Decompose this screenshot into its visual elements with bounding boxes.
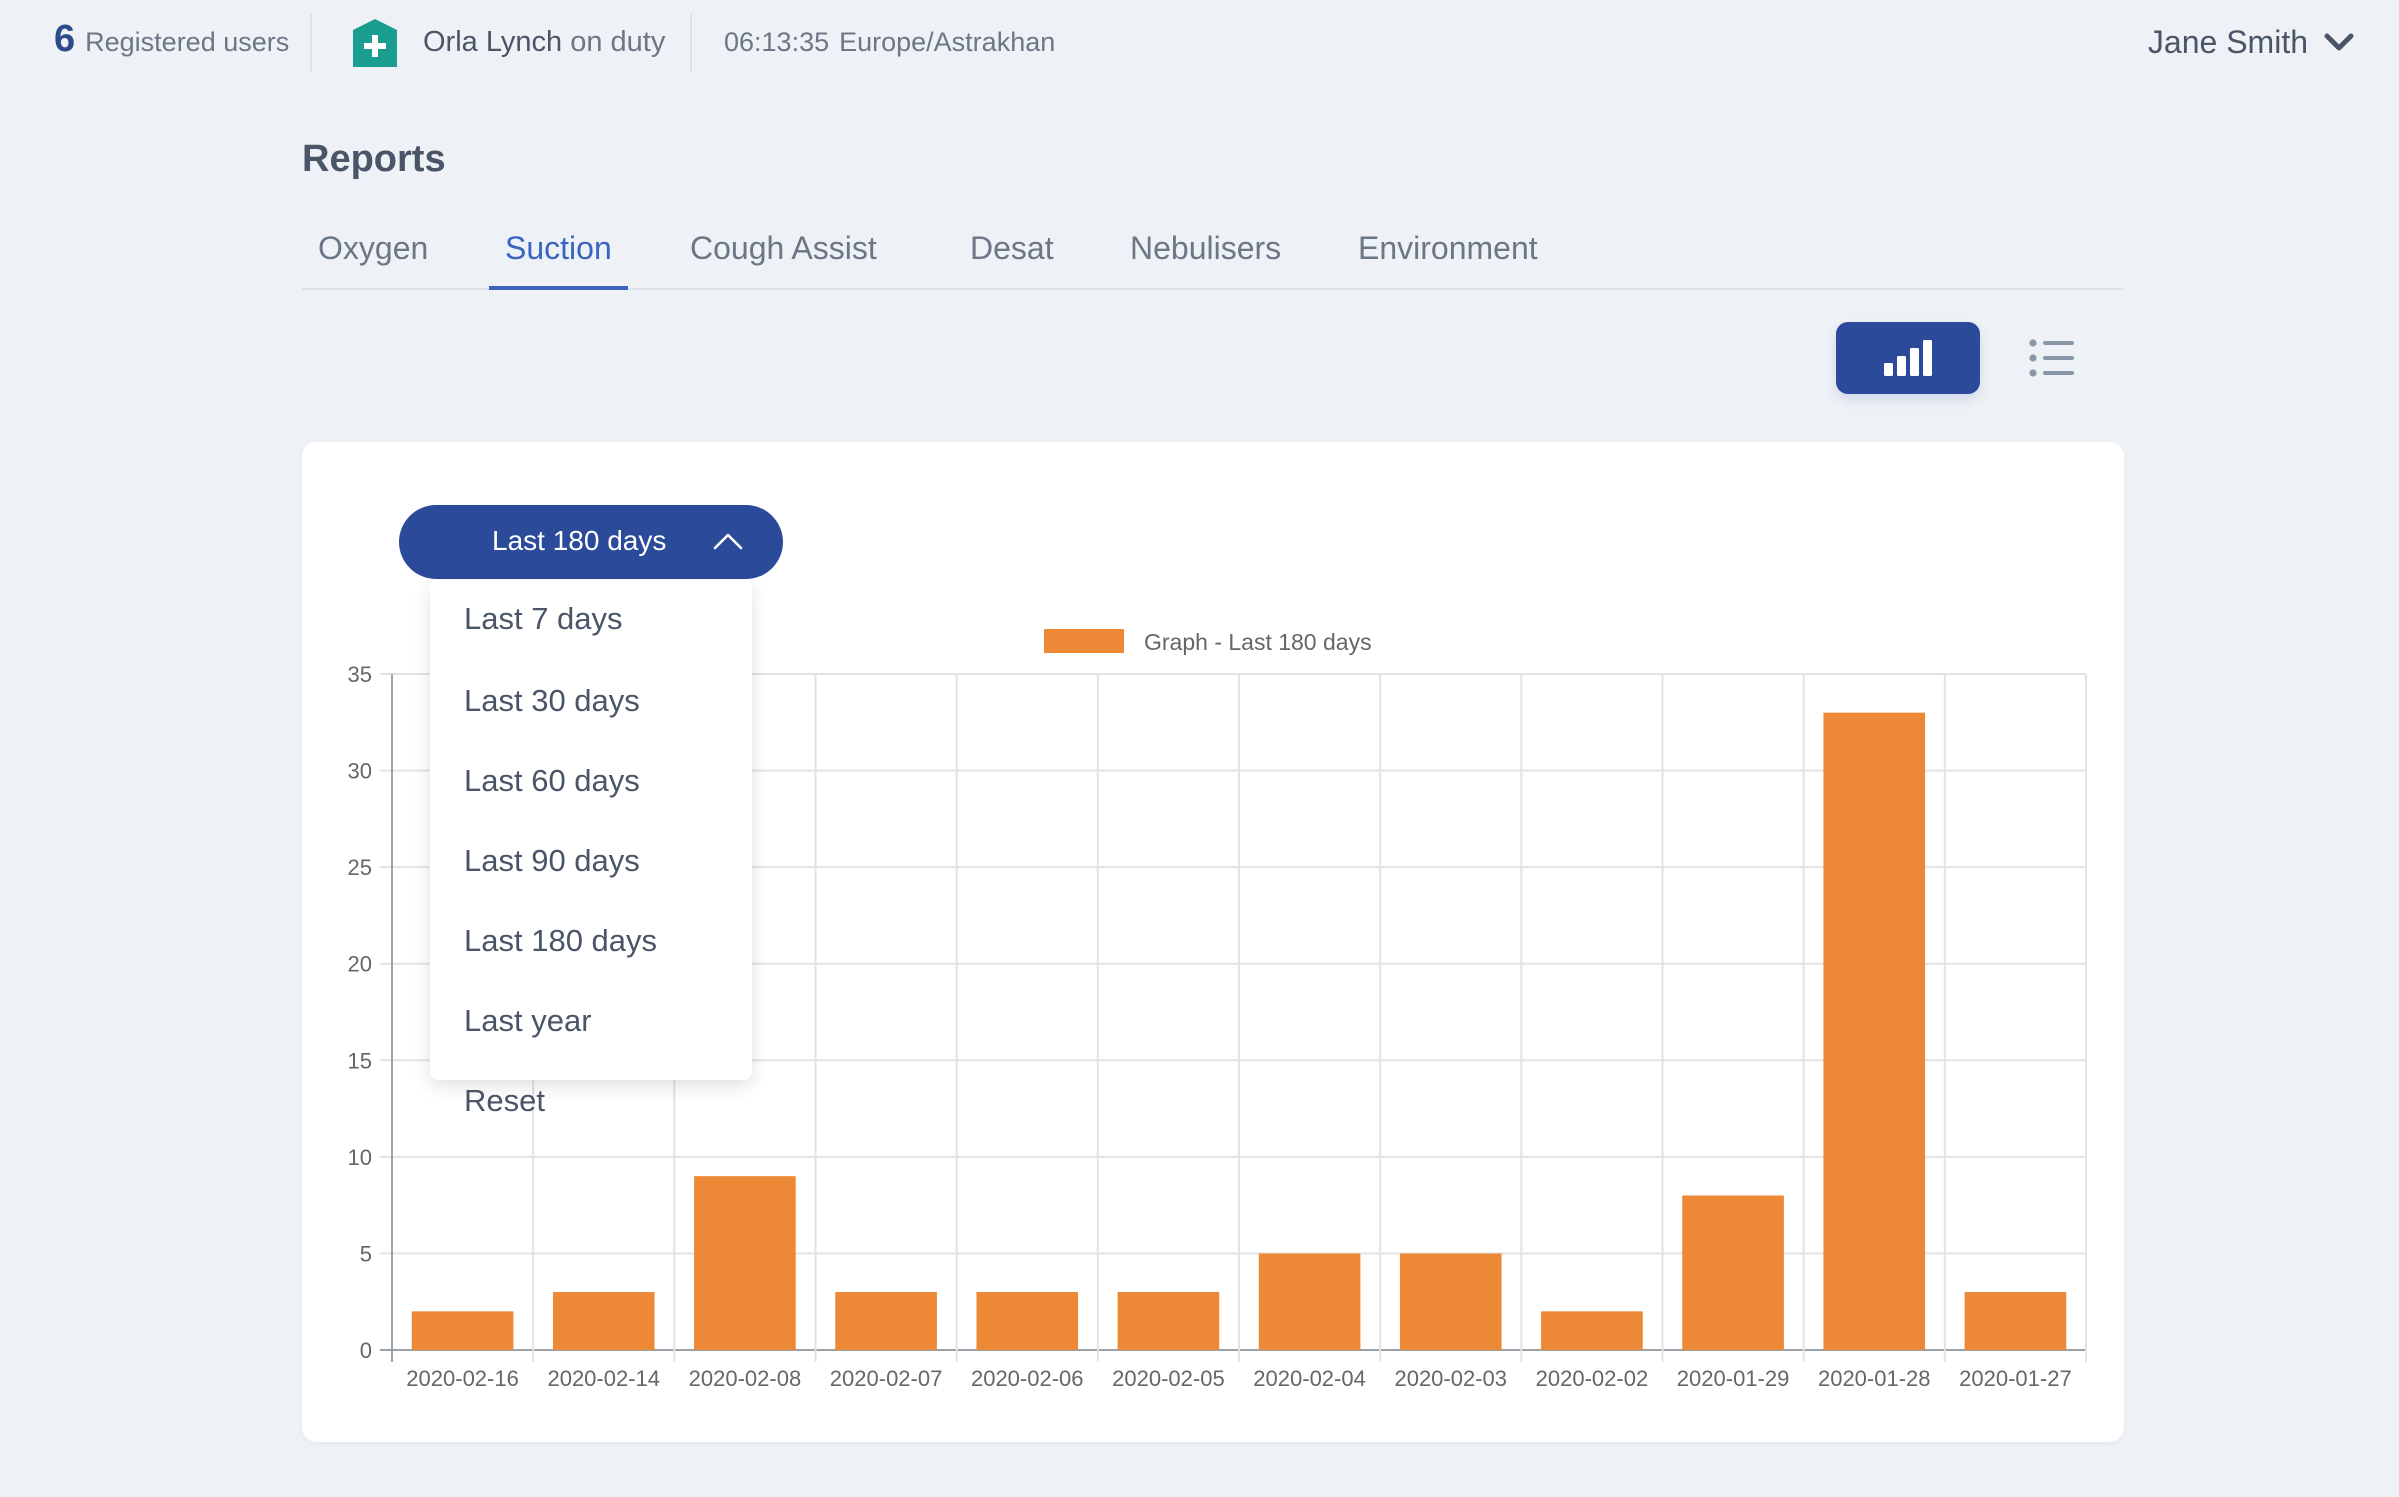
y-tick-label: 15 [348,1048,372,1073]
registered-users-count: 6 [54,18,76,60]
x-tick-label: 2020-02-14 [547,1366,660,1391]
bar [1399,1253,1502,1350]
list-view-button[interactable] [2026,332,2078,384]
y-tick-label: 35 [348,662,372,687]
menu-item-last-60-days[interactable]: Last 60 days [430,750,752,830]
bar-chart-icon [1884,340,1932,376]
user-menu[interactable]: Jane Smith [2148,24,2354,61]
tab-nebulisers[interactable]: Nebulisers [1114,228,1297,286]
x-tick-label: 2020-02-04 [1253,1366,1366,1391]
tab-oxygen[interactable]: Oxygen [302,228,444,286]
tab-cough-assist[interactable]: Cough Assist [674,228,893,286]
bar [976,1292,1079,1350]
y-tick-label: 5 [360,1241,372,1266]
bar [1964,1292,2067,1350]
chart-view-button[interactable] [1836,322,1980,394]
clock-time: 06:13:35 [724,27,830,57]
chevron-down-icon [2324,33,2354,50]
x-tick-label: 2020-02-08 [689,1366,802,1391]
on-duty-status: Orla Lynch on duty [423,26,665,59]
menu-item-last-180-days[interactable]: Last 180 days [430,910,752,990]
y-tick-label: 25 [348,855,372,880]
bar [835,1292,937,1350]
bar [1117,1292,1220,1350]
tab-suction[interactable]: Suction [489,228,628,290]
clock: 06:13:35 Europe/Astrakhan [724,27,1055,58]
divider [310,14,312,72]
registered-users[interactable]: 6 Registered users [54,18,289,61]
bar [552,1292,655,1350]
x-tick-label: 2020-02-16 [406,1366,519,1391]
x-tick-label: 2020-02-07 [830,1366,943,1391]
x-tick-label: 2020-02-06 [971,1366,1084,1391]
menu-item-last-90-days[interactable]: Last 90 days [430,830,752,910]
on-duty-suffix: on duty [570,26,666,58]
legend-swatch [1044,629,1124,653]
x-tick-label: 2020-02-05 [1112,1366,1225,1391]
tab-desat[interactable]: Desat [954,228,1070,286]
list-icon [2029,339,2074,377]
bar [1258,1253,1361,1350]
x-tick-label: 2020-01-28 [1818,1366,1931,1391]
y-tick-label: 10 [348,1145,372,1170]
chevron-up-icon [713,533,743,550]
y-tick-label: 30 [348,759,372,784]
top-bar: 6 Registered users Orla Lynch on duty 06… [0,0,2399,86]
bar [1682,1195,1784,1350]
x-tick-label: 2020-02-02 [1536,1366,1649,1391]
x-tick-label: 2020-02-03 [1394,1366,1507,1391]
report-tabs: Oxygen Suction Cough Assist Desat Nebuli… [302,220,2124,290]
menu-item-reset[interactable]: Reset [430,1070,752,1150]
divider [690,14,692,72]
clock-timezone: Europe/Astrakhan [839,27,1056,57]
bar [1541,1311,1643,1350]
menu-item-last-year[interactable]: Last year [430,990,752,1070]
y-tick-label: 0 [360,1338,372,1363]
user-name: Jane Smith [2147,24,2308,60]
legend-label: Graph - Last 180 days [1144,629,1372,655]
date-range-selected: Last 180 days [492,525,667,556]
x-tick-label: 2020-01-27 [1959,1366,2072,1391]
date-range-dropdown-button[interactable]: Last 180 days [399,505,783,579]
on-duty-name: Orla Lynch [423,26,563,58]
tab-environment[interactable]: Environment [1342,228,1554,286]
bar [1823,712,1926,1350]
registered-users-label: Registered users [85,27,290,57]
date-range-menu: Last 7 days Last 30 days Last 60 days La… [430,580,752,1118]
x-tick-label: 2020-01-29 [1677,1366,1790,1391]
y-tick-label: 20 [348,952,372,977]
page-title: Reports [302,138,446,180]
bar [694,1176,796,1350]
menu-item-last-7-days[interactable]: Last 7 days [430,590,752,670]
menu-item-last-30-days[interactable]: Last 30 days [430,670,752,750]
report-card: 0 5 10 15 20 25 30 35 2020-02-16 2020-02-14 2020-0… [302,442,2124,1442]
medical-cross-icon [353,19,397,67]
bar [411,1311,514,1350]
